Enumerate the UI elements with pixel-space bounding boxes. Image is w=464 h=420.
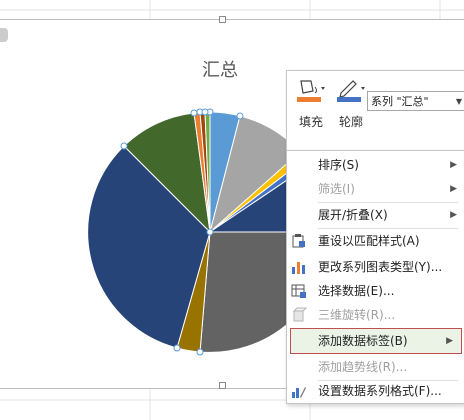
chart-type-icon bbox=[292, 262, 305, 274]
submenu-arrow-icon: ▶ bbox=[446, 336, 453, 346]
mini-toolbar: 填充 轮廓 系列 "汇总" ▼ bbox=[286, 70, 464, 154]
menu-item-select-data[interactable]: 选择数据(E)... bbox=[287, 279, 464, 303]
menu-item-add-trendline[interactable]: 添加趋势线(R)... bbox=[287, 355, 464, 379]
fill-button[interactable]: 填充 bbox=[291, 77, 331, 137]
context-menu: 排序(S) ▶ 筛选(I) ▶ 展开/折叠(X) ▶ 重设以匹配样式(A) 更改… bbox=[286, 150, 464, 404]
rotate-3d-icon bbox=[292, 307, 307, 322]
select-data-icon bbox=[291, 284, 306, 298]
chevron-down-icon[interactable]: ▼ bbox=[456, 92, 462, 112]
series-selector[interactable]: 系列 "汇总" ▼ bbox=[367, 91, 464, 111]
submenu-arrow-icon: ▶ bbox=[450, 160, 457, 170]
menu-item-filter[interactable]: 筛选(I) ▶ bbox=[287, 177, 464, 201]
menu-item-reset-style[interactable]: 重设以匹配样式(A) bbox=[287, 229, 464, 253]
outline-button[interactable]: 轮廓 bbox=[331, 77, 371, 137]
menu-item-add-data-labels[interactable]: 添加数据标签(B) ▶ bbox=[290, 328, 462, 354]
submenu-arrow-icon: ▶ bbox=[450, 184, 457, 194]
format-series-icon bbox=[292, 387, 306, 398]
fill-label: 填充 bbox=[298, 115, 323, 129]
reset-style-icon bbox=[292, 234, 305, 248]
menu-item-format-series[interactable]: 设置数据系列格式(F)... bbox=[287, 379, 464, 403]
fill-bucket-icon bbox=[297, 80, 325, 102]
menu-item-expand-collapse[interactable]: 展开/折叠(X) ▶ bbox=[287, 203, 464, 227]
submenu-arrow-icon: ▶ bbox=[450, 210, 457, 220]
pen-outline-icon bbox=[337, 80, 365, 102]
series-selector-value: 系列 "汇总" bbox=[371, 95, 429, 108]
menu-item-sort[interactable]: 排序(S) ▶ bbox=[287, 153, 464, 177]
outline-label: 轮廓 bbox=[338, 115, 363, 129]
menu-item-change-chart-type[interactable]: 更改系列图表类型(Y)... bbox=[287, 255, 464, 279]
menu-item-3d-rotation[interactable]: 三维旋转(R)... bbox=[287, 303, 464, 327]
